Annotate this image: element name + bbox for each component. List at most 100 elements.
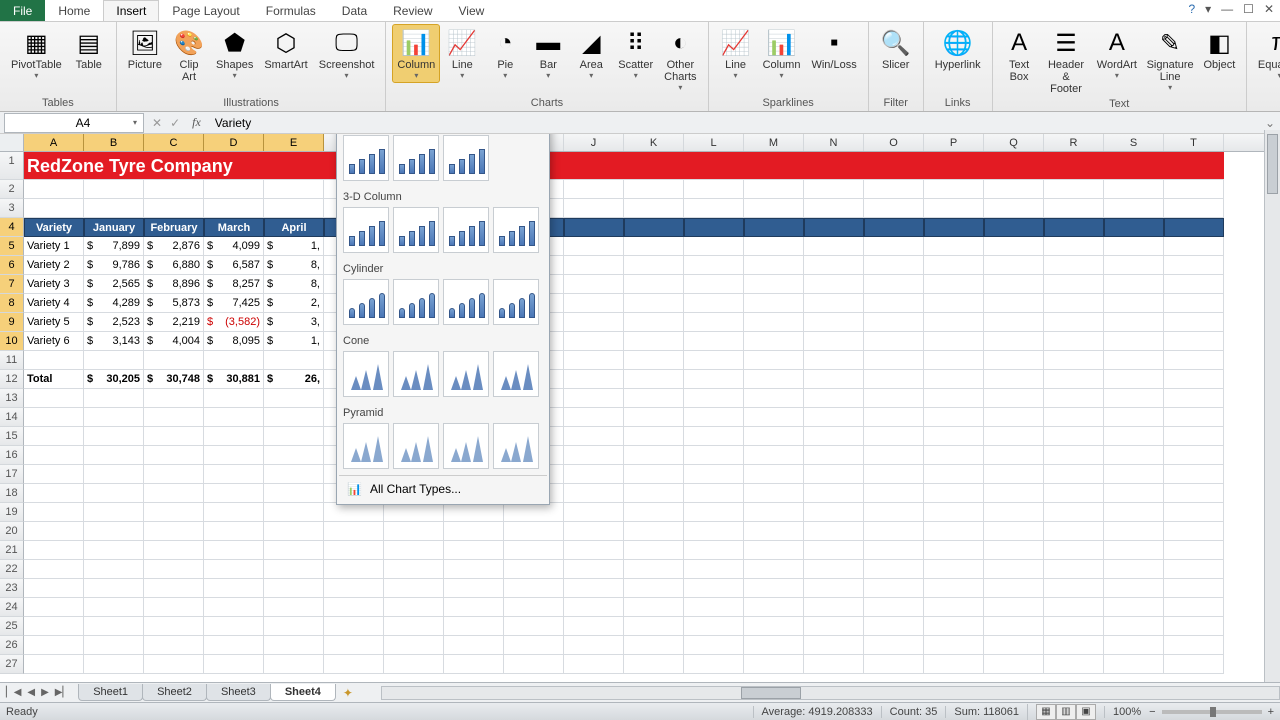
cell[interactable] [1044, 218, 1104, 237]
cell[interactable] [24, 408, 84, 427]
cell[interactable] [1104, 237, 1164, 256]
cell[interactable] [624, 332, 684, 351]
cell[interactable] [984, 636, 1044, 655]
cell[interactable] [444, 503, 504, 522]
cell[interactable] [864, 598, 924, 617]
cell[interactable] [684, 541, 744, 560]
cell[interactable] [984, 465, 1044, 484]
vertical-scrollbar[interactable] [1264, 130, 1280, 682]
cell[interactable]: $ 2,876 [144, 237, 204, 256]
cell[interactable] [1044, 541, 1104, 560]
chevron-down-icon[interactable]: ▾ [133, 118, 137, 127]
cell[interactable] [204, 541, 264, 560]
cell[interactable] [624, 408, 684, 427]
cell[interactable] [684, 522, 744, 541]
cell[interactable] [1104, 579, 1164, 598]
cell[interactable] [1104, 541, 1164, 560]
row-header[interactable]: 20 [0, 522, 24, 541]
cell[interactable] [744, 636, 804, 655]
cell[interactable] [1044, 351, 1104, 370]
cell[interactable] [684, 294, 744, 313]
cell[interactable]: RedZone Tyre Company [24, 152, 324, 180]
cell[interactable] [984, 199, 1044, 218]
cell[interactable] [564, 199, 624, 218]
cell[interactable] [84, 351, 144, 370]
shapes-button[interactable]: ⬟Shapes▾ [211, 24, 258, 83]
column-header[interactable]: B [84, 134, 144, 151]
chart-type-option[interactable] [443, 423, 489, 469]
chart-type-option[interactable] [443, 351, 489, 397]
cell[interactable] [744, 152, 804, 180]
worksheet[interactable]: ABCDEFGHIJKLMNOPQRST 1RedZone Tyre Compa… [0, 134, 1280, 704]
tab-data[interactable]: Data [329, 0, 380, 21]
cell[interactable] [684, 484, 744, 503]
cell[interactable] [984, 389, 1044, 408]
cell[interactable]: $ 30,205 [84, 370, 144, 389]
cell[interactable]: $ 2, [264, 294, 324, 313]
cell[interactable] [564, 484, 624, 503]
cell[interactable]: $ 9,786 [84, 256, 144, 275]
cell[interactable]: $ 3, [264, 313, 324, 332]
cell[interactable] [1164, 237, 1224, 256]
cell[interactable] [864, 484, 924, 503]
cell[interactable] [924, 152, 984, 180]
cell[interactable] [504, 636, 564, 655]
cell[interactable] [444, 560, 504, 579]
cell[interactable] [804, 275, 864, 294]
cell[interactable] [1164, 579, 1224, 598]
cell[interactable] [384, 636, 444, 655]
cell[interactable] [924, 389, 984, 408]
cell[interactable] [564, 446, 624, 465]
cell[interactable] [204, 180, 264, 199]
row-header[interactable]: 18 [0, 484, 24, 503]
cell[interactable] [144, 617, 204, 636]
cell[interactable] [84, 389, 144, 408]
cell[interactable] [984, 313, 1044, 332]
chart-type-option[interactable] [493, 279, 539, 325]
cell[interactable] [384, 522, 444, 541]
cell[interactable] [804, 332, 864, 351]
row-header[interactable]: 3 [0, 199, 24, 218]
cell[interactable] [324, 636, 384, 655]
cell[interactable] [624, 541, 684, 560]
cell[interactable] [144, 446, 204, 465]
cell[interactable] [804, 598, 864, 617]
column-header[interactable]: P [924, 134, 984, 151]
cell[interactable] [1104, 256, 1164, 275]
cell[interactable] [624, 256, 684, 275]
cell[interactable] [684, 465, 744, 484]
cell[interactable] [804, 446, 864, 465]
equation-button[interactable]: πEquation▾ [1253, 24, 1280, 83]
tab-page-layout[interactable]: Page Layout [159, 0, 252, 21]
cell[interactable]: March [204, 218, 264, 237]
cell[interactable] [444, 522, 504, 541]
cell[interactable] [84, 541, 144, 560]
cell[interactable] [684, 446, 744, 465]
row-header[interactable]: 11 [0, 351, 24, 370]
cell[interactable] [864, 617, 924, 636]
cell[interactable] [744, 522, 804, 541]
chart-type-option[interactable] [493, 351, 539, 397]
screenshot-button[interactable]: 🖵Screenshot▾ [314, 24, 380, 83]
cell[interactable] [564, 294, 624, 313]
cell[interactable] [204, 598, 264, 617]
cell[interactable] [684, 617, 744, 636]
cell[interactable] [1164, 313, 1224, 332]
chart-type-option[interactable] [443, 207, 489, 253]
cell[interactable] [744, 446, 804, 465]
cell[interactable] [984, 541, 1044, 560]
cell[interactable] [204, 199, 264, 218]
cell[interactable] [564, 465, 624, 484]
help-icon[interactable]: ? [1184, 2, 1199, 16]
cell[interactable] [204, 655, 264, 674]
cell[interactable] [624, 617, 684, 636]
cell[interactable] [1164, 541, 1224, 560]
cell[interactable] [684, 180, 744, 199]
cell[interactable] [84, 598, 144, 617]
cell[interactable] [744, 655, 804, 674]
column-button[interactable]: 📊Column▾ [758, 24, 806, 83]
cell[interactable] [984, 180, 1044, 199]
column-header[interactable]: C [144, 134, 204, 151]
scatter-button[interactable]: ⠿Scatter▾ [613, 24, 658, 83]
cell[interactable] [1044, 446, 1104, 465]
